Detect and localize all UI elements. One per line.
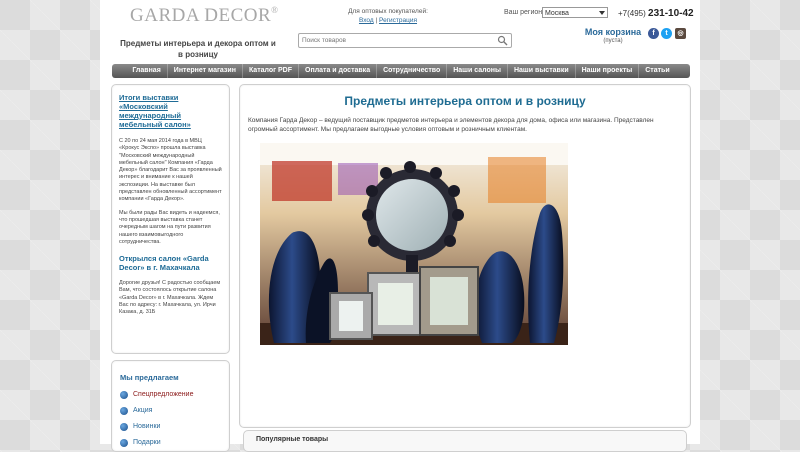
search-input[interactable] [302, 34, 492, 47]
instagram-icon[interactable]: ◎ [675, 28, 686, 39]
register-link[interactable]: Регистрация [379, 17, 417, 24]
wholesale-label: Для оптовых покупателей: [348, 8, 428, 15]
news-text: Мы были рады Вас видеть и надеемся, что … [119, 209, 220, 245]
facebook-glyph: f [652, 30, 655, 37]
main-nav: Главная Интернет магазин Каталог PDF Опл… [112, 64, 690, 78]
facebook-icon[interactable]: f [648, 28, 659, 39]
search-icon[interactable] [497, 35, 508, 46]
nav-item-salons[interactable]: Наши салоны [447, 64, 508, 78]
wholesale-block: Для оптовых покупателей: Вход | Регистра… [328, 7, 448, 25]
cart-link[interactable]: Моя корзина [579, 27, 647, 37]
offers-panel: Мы предлагаем Спецпредложение Акция Нови… [111, 360, 230, 452]
bullet-icon [120, 390, 128, 399]
news-title[interactable]: Итоги выставки «Московский международный… [119, 93, 199, 129]
nav-item-payment-delivery[interactable]: Оплата и доставка [299, 64, 378, 78]
offer-label: Спецпредложение [133, 391, 194, 398]
cart-status: (пуста) [603, 38, 623, 44]
bullet-icon [120, 422, 128, 431]
nav-item-shop[interactable]: Интернет магазин [168, 64, 243, 78]
chevron-down-icon [599, 11, 605, 15]
nav-item-projects[interactable]: Наши проекты [576, 64, 640, 78]
page-container: GARDA DECOR® Предметы интерьера и декора… [100, 0, 700, 452]
site-logo[interactable]: GARDA DECOR® [130, 5, 279, 27]
offer-label: Акция [133, 407, 153, 414]
offer-item-special[interactable]: Спецпредложение [120, 388, 193, 401]
phone-code: +7(495) [618, 9, 646, 18]
region-value: Москва [545, 10, 569, 17]
nav-item-cooperation[interactable]: Сотрудничество [377, 64, 448, 78]
twitter-icon[interactable]: t [661, 28, 672, 39]
popular-products-panel: Популярные товары [243, 430, 687, 452]
search-box [298, 33, 512, 48]
phone-number: +7(495) 231-10-42 [618, 8, 694, 19]
bullet-icon [120, 406, 128, 415]
news-text: Дорогие друзья! С радостью сообщаем Вам,… [119, 280, 221, 316]
site-tagline: Предметы интерьера и декора оптом и в ро… [120, 39, 276, 59]
instagram-glyph: ◎ [677, 30, 684, 37]
link-separator: | [375, 17, 378, 24]
offer-item-new[interactable]: Новинки [120, 420, 160, 433]
twitter-glyph: t [665, 30, 668, 37]
logo-registered-mark: ® [271, 5, 279, 15]
popular-products-title: Популярные товары [256, 436, 329, 443]
offer-label: Подарки [133, 439, 161, 446]
offer-item-promo[interactable]: Акция [120, 404, 152, 417]
login-link[interactable]: Вход [359, 17, 374, 24]
region-label: Ваш регион: [504, 9, 545, 16]
region-select[interactable]: Москва [542, 7, 608, 18]
phone-digits: 231-10-42 [648, 8, 694, 19]
nav-item-home[interactable]: Главная [126, 64, 168, 78]
nav-item-catalog-pdf[interactable]: Каталог PDF [243, 64, 300, 78]
decor-showcase-image [260, 143, 568, 345]
nav-item-exhibitions[interactable]: Наши выставки [508, 64, 576, 78]
offer-item-gifts[interactable]: Подарки [120, 436, 161, 449]
logo-text: GARDA DECOR [130, 5, 272, 26]
offers-title: Мы предлагаем [120, 373, 179, 382]
news-text: С 20 по 24 мая 2014 года в МВЦ «Крокус Э… [119, 138, 222, 203]
main-content: Предметы интерьера оптом и в розницу Ком… [239, 84, 691, 428]
offer-label: Новинки [133, 423, 161, 430]
bullet-icon [120, 438, 128, 447]
page-title: Предметы интерьера оптом и в розницу [344, 94, 586, 108]
intro-text: Компания Гарда Декор – ведущий поставщик… [248, 117, 654, 133]
nav-item-articles[interactable]: Статьи [639, 64, 675, 78]
news-title[interactable]: Открылся салон «Garda Decor» в г. Махачк… [119, 254, 222, 272]
news-panel: Итоги выставки «Московский международный… [111, 84, 230, 354]
